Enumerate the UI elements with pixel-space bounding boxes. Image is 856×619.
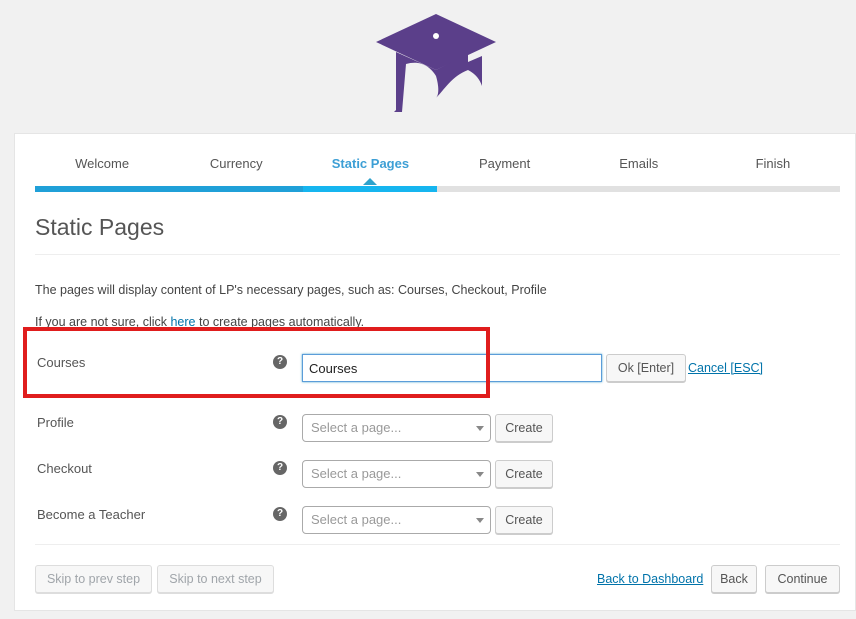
ok-button[interactable]: Ok [Enter] xyxy=(606,354,686,382)
step-static-pages[interactable]: Static Pages xyxy=(303,134,437,194)
create-become-teacher-button[interactable]: Create xyxy=(495,506,553,534)
active-step-caret xyxy=(363,178,378,185)
become-teacher-label: Become a Teacher xyxy=(37,507,146,522)
create-checkout-button[interactable]: Create xyxy=(495,460,553,488)
wizard-steps: Welcome Currency Static Pages Payment Em… xyxy=(35,134,840,194)
profile-label: Profile xyxy=(37,415,74,430)
step-label: Emails xyxy=(619,156,659,171)
continue-button[interactable]: Continue xyxy=(765,565,840,593)
chevron-down-icon xyxy=(476,426,484,431)
step-currency[interactable]: Currency xyxy=(169,134,303,194)
page-title: Static Pages xyxy=(35,214,165,240)
highlight-annotation-box xyxy=(23,327,490,398)
step-label: Welcome xyxy=(75,156,130,171)
back-button[interactable]: Back xyxy=(711,565,757,593)
progress-current-step xyxy=(303,186,438,192)
step-finish[interactable]: Finish xyxy=(706,134,840,194)
step-label: Static Pages xyxy=(331,156,410,171)
select-placeholder: Select a page... xyxy=(311,420,402,435)
cancel-link[interactable]: Cancel [ESC] xyxy=(688,361,763,375)
question-circle-icon[interactable]: ? xyxy=(273,507,287,521)
question-circle-icon[interactable]: ? xyxy=(273,461,287,475)
title-divider xyxy=(35,254,840,255)
footer-divider xyxy=(35,544,840,545)
skip-prev-step-button[interactable]: Skip to prev step xyxy=(35,565,152,593)
back-to-dashboard-link[interactable]: Back to Dashboard xyxy=(597,572,703,586)
chevron-down-icon xyxy=(476,472,484,477)
become-teacher-page-select[interactable]: Select a page... xyxy=(302,506,491,534)
chevron-down-icon xyxy=(476,518,484,523)
step-label: Currency xyxy=(209,156,263,171)
skip-next-step-button[interactable]: Skip to next step xyxy=(157,565,274,593)
question-circle-icon[interactable]: ? xyxy=(273,415,287,429)
graduation-cap-icon xyxy=(376,14,496,112)
wizard-progress-bar xyxy=(35,186,840,192)
select-placeholder: Select a page... xyxy=(311,466,402,481)
checkout-label: Checkout xyxy=(37,461,92,476)
page-description: The pages will display content of LP's n… xyxy=(35,283,547,297)
checkout-page-select[interactable]: Select a page... xyxy=(302,460,491,488)
step-payment[interactable]: Payment xyxy=(438,134,572,194)
create-profile-button[interactable]: Create xyxy=(495,414,553,442)
select-placeholder: Select a page... xyxy=(311,512,402,527)
progress-fill xyxy=(35,186,304,192)
profile-page-select[interactable]: Select a page... xyxy=(302,414,491,442)
step-welcome[interactable]: Welcome xyxy=(35,134,169,194)
step-label: Payment xyxy=(478,156,531,171)
step-emails[interactable]: Emails xyxy=(572,134,706,194)
step-label: Finish xyxy=(755,156,791,171)
